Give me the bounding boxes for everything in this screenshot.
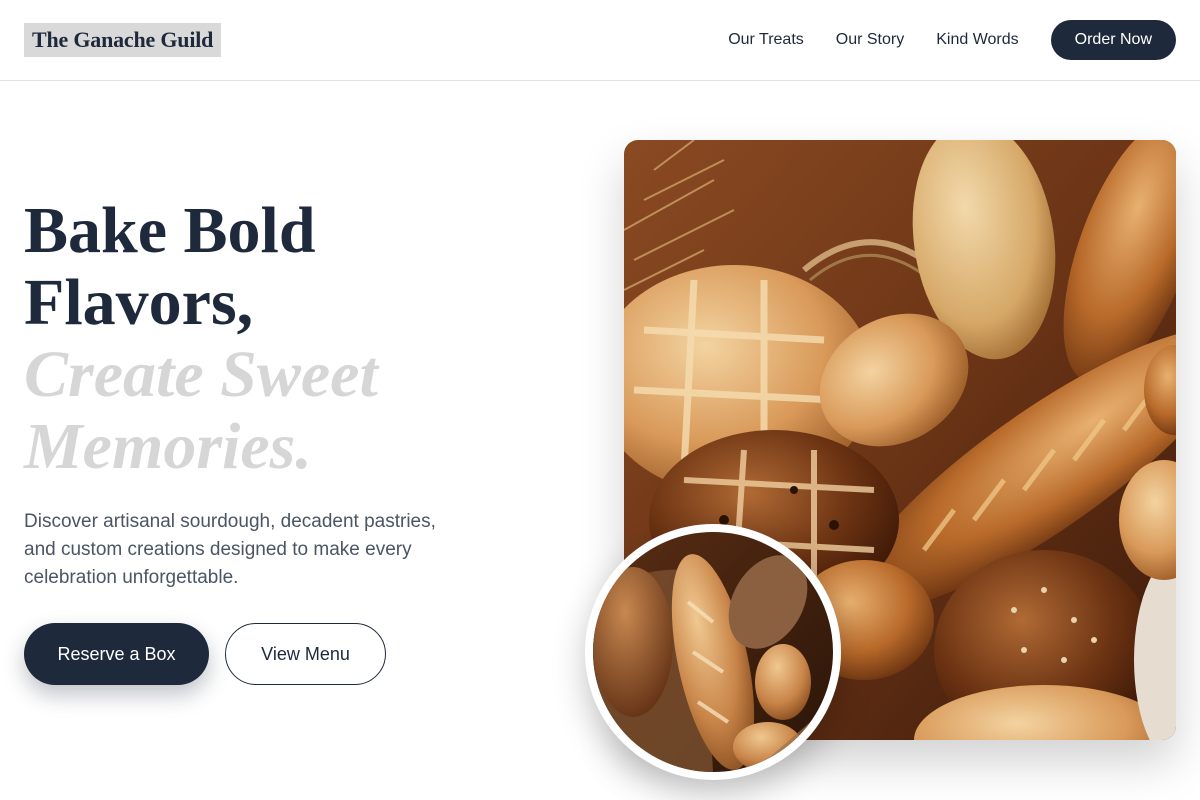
view-menu-button[interactable]: View Menu: [225, 623, 386, 685]
hero-title-line: Bake Bold: [24, 194, 316, 267]
nav-link-kind-words[interactable]: Kind Words: [936, 31, 1018, 49]
hero-title: Bake Bold Flavors, Create Sweet Memories…: [24, 195, 564, 483]
reserve-box-button[interactable]: Reserve a Box: [24, 623, 209, 685]
site-header: The Ganache Guild Our Treats Our Story K…: [0, 0, 1200, 81]
baguettes-basket-image: [585, 524, 841, 780]
nav-link-our-treats[interactable]: Our Treats: [728, 31, 804, 49]
hero-title-line: Flavors,: [24, 266, 254, 339]
nav-link-our-story[interactable]: Our Story: [836, 31, 904, 49]
hero-title-accent-line: Create Sweet: [24, 338, 378, 411]
order-now-button[interactable]: Order Now: [1050, 20, 1176, 60]
main-nav: Our Treats Our Story Kind Words Order No…: [728, 20, 1176, 60]
hero-title-accent-line: Memories.: [24, 410, 312, 483]
brand-logo[interactable]: The Ganache Guild: [24, 23, 222, 57]
hero-description: Discover artisanal sourdough, decadent p…: [24, 511, 436, 588]
